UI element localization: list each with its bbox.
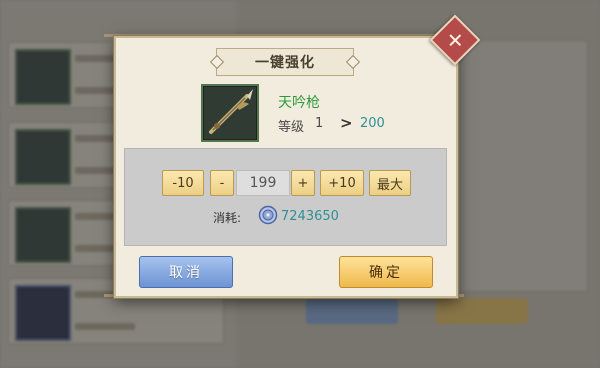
cost-label: 消耗: — [213, 211, 242, 225]
level-label: 等级 — [278, 120, 305, 135]
cancel-button[interactable]: 取消 — [139, 256, 233, 288]
minus-10-button[interactable]: -10 — [162, 170, 204, 196]
confirm-button[interactable]: 确定 — [339, 256, 433, 288]
cost-value: 7243650 — [281, 209, 339, 224]
item-name: 天吟枪 — [278, 95, 320, 111]
silver-coin-icon — [258, 205, 278, 225]
minus-button[interactable]: - — [210, 170, 234, 196]
plus-button[interactable]: + — [291, 170, 315, 196]
quantity-input[interactable]: 199 — [236, 170, 290, 196]
max-button[interactable]: 最大 — [369, 170, 411, 196]
quantity-panel — [124, 148, 447, 246]
plus-10-button[interactable]: +10 — [320, 170, 364, 196]
level-to: 200 — [360, 116, 385, 131]
level-from: 1 — [315, 116, 324, 131]
level-arrow-icon: > — [340, 114, 353, 132]
spear-weapon-icon — [201, 84, 259, 142]
close-x-icon: ✕ — [446, 27, 464, 52]
dialog-title: 一键强化 — [216, 48, 354, 76]
